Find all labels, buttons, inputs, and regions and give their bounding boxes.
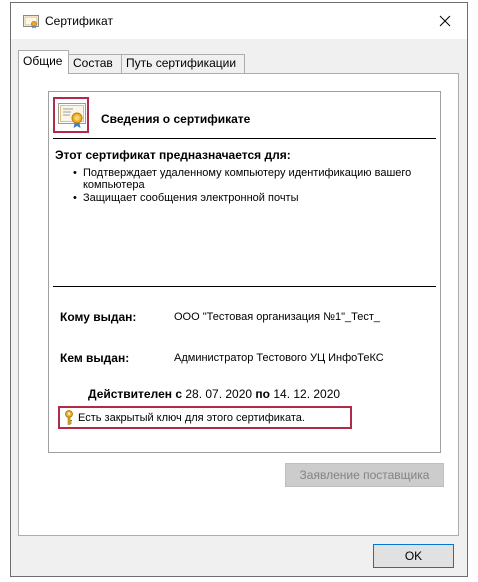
title-bar: Сертификат bbox=[11, 3, 467, 39]
tab-details[interactable]: Состав bbox=[68, 54, 122, 73]
bullet-icon: • bbox=[73, 192, 77, 204]
certificate-heading: Сведения о сертификате bbox=[101, 112, 251, 126]
purpose-text: Защищает сообщения электронной почты bbox=[83, 192, 299, 204]
tab-details-label: Состав bbox=[73, 56, 113, 70]
tab-certification-path[interactable]: Путь сертификации bbox=[121, 54, 245, 73]
close-icon bbox=[439, 15, 451, 27]
details-divider bbox=[53, 286, 436, 287]
close-button[interactable] bbox=[423, 3, 467, 39]
certificate-dialog: Сертификат Общие Состав Путь сертификаци… bbox=[10, 2, 468, 577]
certificate-icon-highlight bbox=[53, 97, 89, 133]
certificate-icon bbox=[23, 15, 39, 29]
issued-by-label: Кем выдан: bbox=[60, 351, 130, 365]
certificate-icon bbox=[58, 103, 86, 128]
issued-to-value: ООО "Тестовая организация №1"_Тест_ bbox=[174, 311, 381, 323]
purpose-item: • Подтверждает удаленному компьютеру иде… bbox=[73, 167, 428, 191]
validity-period: Действителен с 28. 07. 2020 по 14. 12. 2… bbox=[88, 387, 340, 401]
private-key-note: Есть закрытый ключ для этого сертификата… bbox=[58, 406, 352, 429]
heading-divider bbox=[53, 138, 436, 139]
purpose-list: • Подтверждает удаленному компьютеру иде… bbox=[73, 167, 428, 205]
bullet-icon: • bbox=[73, 167, 77, 179]
valid-from-label: Действителен с bbox=[88, 387, 182, 401]
ok-button[interactable]: OK bbox=[373, 544, 454, 568]
purpose-title: Этот сертификат предназначается для: bbox=[55, 148, 291, 162]
purpose-item: • Защищает сообщения электронной почты bbox=[73, 192, 428, 204]
tab-certification-path-label: Путь сертификации bbox=[126, 56, 237, 70]
key-icon bbox=[64, 410, 74, 425]
certificate-info-box: Сведения о сертификате Этот сертификат п… bbox=[48, 91, 441, 453]
issued-to-label: Кому выдан: bbox=[60, 310, 137, 324]
valid-to-label: по bbox=[255, 387, 270, 401]
tab-general[interactable]: Общие bbox=[18, 50, 69, 74]
valid-to-date: 14. 12. 2020 bbox=[273, 387, 341, 401]
issuer-statement-button[interactable]: Заявление поставщика bbox=[285, 463, 444, 487]
tab-general-label: Общие bbox=[23, 54, 63, 68]
valid-from-date: 28. 07. 2020 bbox=[185, 387, 253, 401]
general-tab-panel: Сведения о сертификате Этот сертификат п… bbox=[18, 73, 459, 536]
window-title: Сертификат bbox=[45, 14, 113, 28]
issued-by-value: Администратор Тестового УЦ ИнфоТеКС bbox=[174, 352, 384, 364]
private-key-text: Есть закрытый ключ для этого сертификата… bbox=[78, 411, 305, 424]
purpose-text: Подтверждает удаленному компьютеру идент… bbox=[83, 167, 412, 191]
